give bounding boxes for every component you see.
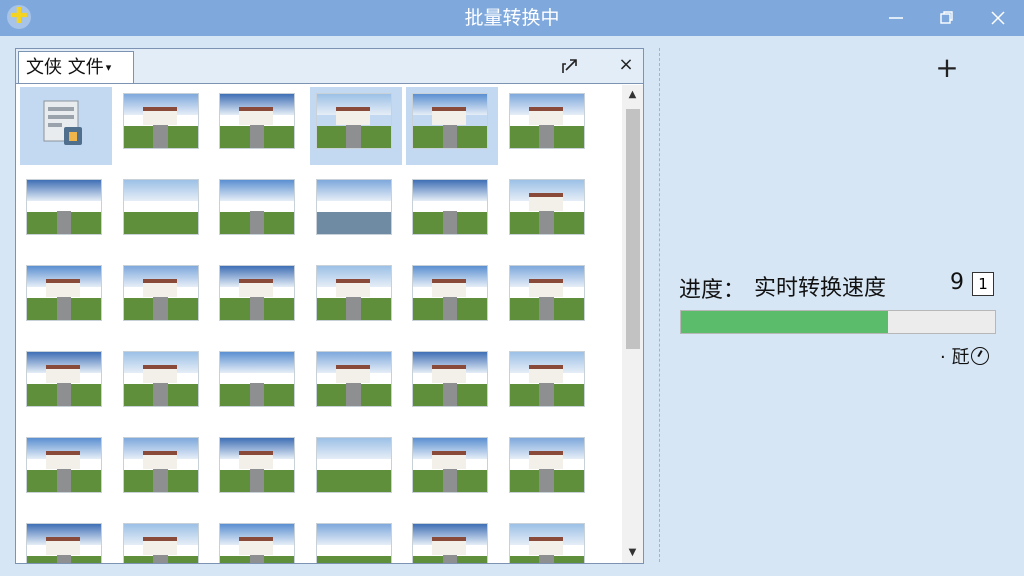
photo-thumbnail[interactable]: [508, 93, 585, 149]
photo-thumbnail[interactable]: [122, 523, 199, 563]
add-button[interactable]: +: [933, 54, 961, 83]
tab-strip: 文侠 文件 ▾ ×: [16, 49, 643, 84]
photo-thumbnail[interactable]: [315, 523, 392, 563]
photo-thumbnail[interactable]: [219, 265, 295, 321]
photo-thumbnail[interactable]: [508, 351, 585, 407]
photo-thumbnail[interactable]: [508, 523, 585, 563]
photo-thumbnail[interactable]: [315, 265, 392, 321]
vertical-scrollbar[interactable]: ▲ ▼: [622, 85, 643, 563]
restore-icon: [940, 11, 953, 24]
photo-thumbnail[interactable]: [508, 179, 585, 235]
title-bar: ✚ 批量转换中: [0, 0, 1024, 36]
photo-thumbnail[interactable]: [412, 523, 488, 563]
photo-thumbnail[interactable]: [122, 351, 199, 407]
photo-thumbnail[interactable]: [508, 265, 585, 321]
photo-thumbnail[interactable]: [412, 93, 488, 149]
tab-files[interactable]: 文侠 文件 ▾: [18, 51, 134, 83]
photo-thumbnail[interactable]: [122, 93, 199, 149]
minimize-button[interactable]: [873, 0, 919, 36]
photo-thumbnail[interactable]: [219, 179, 295, 235]
photo-thumbnail[interactable]: [122, 437, 199, 493]
chevron-down-icon[interactable]: ▾: [106, 61, 112, 74]
photo-thumbnail[interactable]: [412, 179, 488, 235]
close-window-button[interactable]: [975, 0, 1021, 36]
speed-label: 实时转换速度: [754, 276, 887, 301]
photo-thumbnail[interactable]: [315, 437, 392, 493]
photo-thumbnail[interactable]: [26, 265, 102, 321]
close-pane-button[interactable]: ×: [616, 53, 636, 77]
photo-thumbnail[interactable]: [219, 93, 295, 149]
count-button[interactable]: 1: [972, 272, 994, 296]
close-icon: [991, 11, 1005, 25]
status-text: · 瓩: [940, 347, 970, 368]
expand-icon[interactable]: [561, 57, 579, 75]
photo-thumbnail[interactable]: [26, 437, 102, 493]
progress-fill: [681, 311, 889, 333]
minimize-icon: [889, 17, 903, 19]
progress-bar: [680, 310, 996, 334]
photo-thumbnail[interactable]: [219, 523, 295, 563]
thumbnail-grid: [16, 85, 621, 563]
photo-thumbnail[interactable]: [219, 351, 295, 407]
photo-thumbnail[interactable]: [412, 437, 488, 493]
photo-thumbnail[interactable]: [26, 351, 102, 407]
photo-thumbnail[interactable]: [315, 351, 392, 407]
tab-label: 文侠 文件: [26, 57, 104, 78]
photo-thumbnail[interactable]: [315, 179, 392, 235]
photo-thumbnail[interactable]: [122, 265, 199, 321]
scroll-down-icon[interactable]: ▼: [622, 543, 643, 563]
photo-thumbnail[interactable]: [412, 351, 488, 407]
status-line: · 瓩: [940, 343, 990, 369]
scroll-thumb[interactable]: [626, 109, 640, 349]
photo-thumbnail[interactable]: [315, 93, 392, 149]
splitter[interactable]: [659, 48, 660, 562]
photo-thumbnail[interactable]: [412, 265, 488, 321]
progress-label: 进度：: [679, 278, 746, 303]
photo-thumbnail[interactable]: [122, 179, 199, 235]
speed-count: 9: [950, 270, 964, 295]
photo-thumbnail[interactable]: [26, 523, 102, 563]
restore-button[interactable]: [924, 0, 970, 36]
clock-icon: [971, 347, 990, 365]
photo-thumbnail[interactable]: [26, 179, 102, 235]
file-pane: 文侠 文件 ▾ × ▲ ▼: [15, 48, 644, 564]
folder-icon[interactable]: [42, 97, 86, 149]
window-title: 批量转换中: [464, 7, 560, 29]
photo-thumbnail[interactable]: [508, 437, 585, 493]
scroll-up-icon[interactable]: ▲: [622, 85, 643, 105]
photo-thumbnail[interactable]: [219, 437, 295, 493]
